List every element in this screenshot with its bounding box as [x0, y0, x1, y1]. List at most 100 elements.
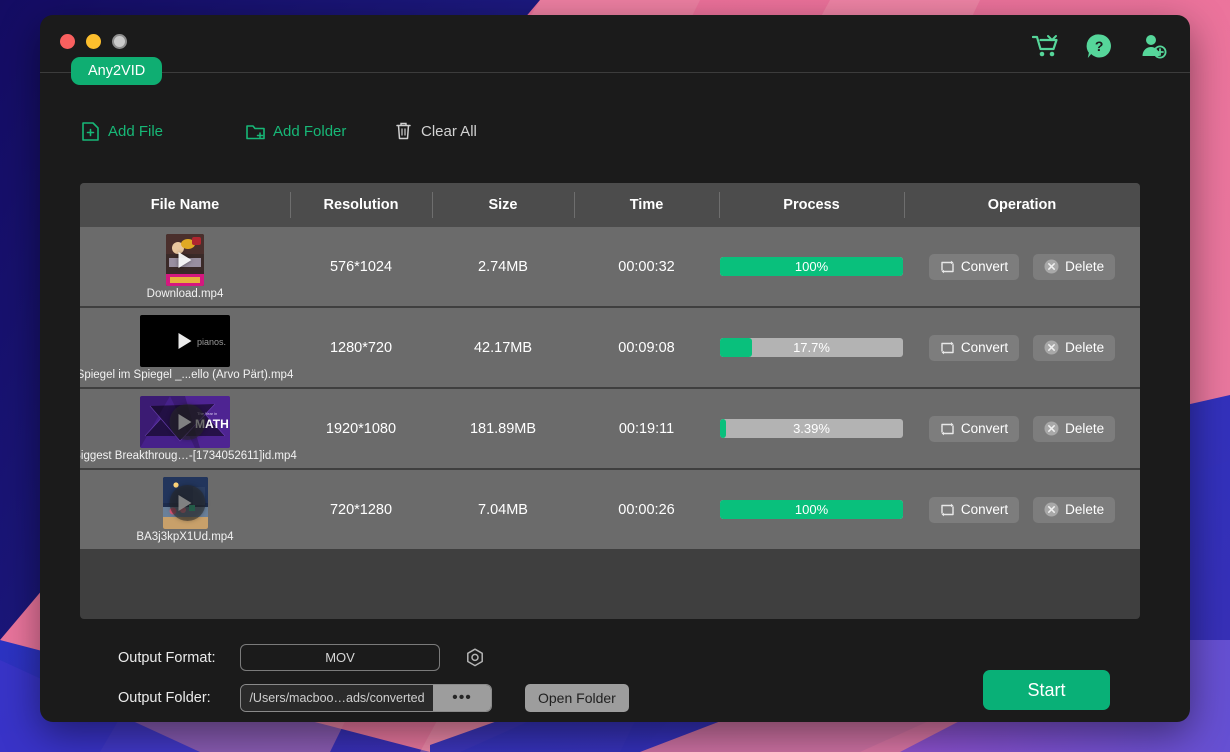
- size-cell: 7.04MB: [432, 470, 574, 549]
- resolution-cell: 720*1280: [290, 470, 432, 549]
- operation-cell: Convert Delete: [904, 308, 1140, 387]
- add-file-button[interactable]: Add File: [81, 121, 246, 141]
- settings-gear-icon[interactable]: [464, 647, 486, 669]
- progress-label: 100%: [720, 257, 903, 276]
- time-cell: 00:09:08: [574, 308, 719, 387]
- process-cell: 3.39%: [719, 389, 904, 468]
- trash-icon: [394, 121, 413, 141]
- time-cell: 00:00:32: [574, 227, 719, 306]
- time-cell: 00:19:11: [574, 389, 719, 468]
- app-window: Any2VID ?: [40, 15, 1190, 722]
- file-name-cell: Download.mp4: [80, 227, 290, 306]
- delete-icon: [1044, 421, 1059, 436]
- titlebar-actions: ?: [1030, 31, 1168, 61]
- thumbnail-wrapper[interactable]: pianos.: [140, 315, 230, 367]
- table-row[interactable]: The Year in MATH Biggest Breakthroug…-[1…: [80, 389, 1140, 470]
- cart-icon[interactable]: [1030, 31, 1060, 61]
- progress-label: 3.39%: [720, 419, 903, 438]
- delete-button[interactable]: Delete: [1033, 335, 1115, 361]
- minimize-button[interactable]: [86, 34, 101, 49]
- convert-icon: [940, 341, 955, 355]
- progress-bar: 3.39%: [720, 419, 903, 438]
- operation-cell: Convert Delete: [904, 227, 1140, 306]
- file-table: File Name Resolution Size Time Process O…: [80, 183, 1140, 619]
- add-folder-icon: [246, 121, 265, 141]
- toolbar: Add File Add Folder Clear All: [81, 121, 477, 141]
- help-icon[interactable]: ?: [1084, 31, 1114, 61]
- delete-button[interactable]: Delete: [1033, 416, 1115, 442]
- browse-folder-button[interactable]: •••: [433, 685, 491, 711]
- progress-bar: 100%: [720, 257, 903, 276]
- convert-button[interactable]: Convert: [929, 497, 1019, 523]
- process-cell: 100%: [719, 227, 904, 306]
- delete-icon: [1044, 259, 1059, 274]
- thumbnail-wrapper[interactable]: The Year in MATH: [140, 396, 230, 448]
- size-cell: 42.17MB: [432, 308, 574, 387]
- play-icon: [179, 333, 192, 349]
- svg-text:?: ?: [1094, 38, 1103, 54]
- delete-button[interactable]: Delete: [1033, 497, 1115, 523]
- process-cell: 100%: [719, 470, 904, 549]
- play-icon: [179, 414, 192, 430]
- table-header-row: File Name Resolution Size Time Process O…: [80, 183, 1140, 227]
- output-folder-field-group: /Users/macboo…ads/converted •••: [240, 684, 492, 712]
- column-header-size: Size: [432, 197, 574, 213]
- app-tab-any2vid[interactable]: Any2VID: [71, 57, 162, 85]
- delete-button[interactable]: Delete: [1033, 254, 1115, 280]
- output-format-select[interactable]: MOV: [240, 644, 440, 671]
- thumbnail-wrapper[interactable]: [140, 234, 230, 286]
- table-row[interactable]: BA3j3kpX1Ud.mp4 720*1280 7.04MB 00:00:26…: [80, 470, 1140, 551]
- column-header-resolution: Resolution: [290, 197, 432, 213]
- file-name-label: BA3j3kpX1Ud.mp4: [136, 531, 233, 543]
- start-button[interactable]: Start: [983, 670, 1110, 710]
- footer-panel: Output Format: MOV Output Folder: /Users…: [40, 627, 1190, 722]
- resolution-cell: 1920*1080: [290, 389, 432, 468]
- output-folder-row: Output Folder: /Users/macboo…ads/convert…: [118, 684, 629, 712]
- convert-button[interactable]: Convert: [929, 254, 1019, 280]
- add-user-icon[interactable]: [1138, 31, 1168, 61]
- convert-label: Convert: [961, 259, 1008, 274]
- file-name-label: Biggest Breakthroug…-[1734052611]id.mp4: [80, 450, 297, 462]
- operation-cell: Convert Delete: [904, 389, 1140, 468]
- window-controls[interactable]: [60, 34, 127, 49]
- maximize-button[interactable]: [112, 34, 127, 49]
- operation-cell: Convert Delete: [904, 470, 1140, 549]
- column-header-time: Time: [574, 197, 719, 213]
- clear-all-label: Clear All: [421, 123, 477, 140]
- clear-all-button[interactable]: Clear All: [394, 121, 477, 141]
- delete-icon: [1044, 502, 1059, 517]
- svg-text:pianos.: pianos.: [197, 337, 226, 347]
- progress-label: 17.7%: [720, 338, 903, 357]
- convert-button[interactable]: Convert: [929, 416, 1019, 442]
- delete-label: Delete: [1065, 340, 1104, 355]
- delete-label: Delete: [1065, 421, 1104, 436]
- column-header-process: Process: [719, 197, 904, 213]
- size-cell: 181.89MB: [432, 389, 574, 468]
- file-name-cell: pianos. Spiegel im Spiegel _...ello (Arv…: [80, 308, 290, 387]
- column-header-file-name: File Name: [80, 197, 290, 213]
- delete-icon: [1044, 340, 1059, 355]
- progress-bar: 17.7%: [720, 338, 903, 357]
- table-row[interactable]: pianos. Spiegel im Spiegel _...ello (Arv…: [80, 308, 1140, 389]
- output-folder-path[interactable]: /Users/macboo…ads/converted: [241, 685, 433, 711]
- column-header-operation: Operation: [904, 197, 1140, 213]
- process-cell: 17.7%: [719, 308, 904, 387]
- app-tab-label: Any2VID: [88, 63, 145, 79]
- convert-label: Convert: [961, 421, 1008, 436]
- add-folder-button[interactable]: Add Folder: [246, 121, 394, 141]
- output-format-label: Output Format:: [118, 650, 240, 666]
- close-button[interactable]: [60, 34, 75, 49]
- add-folder-label: Add Folder: [273, 123, 346, 140]
- table-row[interactable]: Download.mp4 576*1024 2.74MB 00:00:32 10…: [80, 227, 1140, 308]
- convert-button[interactable]: Convert: [929, 335, 1019, 361]
- time-cell: 00:00:26: [574, 470, 719, 549]
- play-icon: [179, 252, 192, 268]
- open-folder-button[interactable]: Open Folder: [525, 684, 629, 712]
- file-name-cell: BA3j3kpX1Ud.mp4: [80, 470, 290, 549]
- open-folder-label: Open Folder: [538, 690, 616, 706]
- titlebar-divider: [40, 72, 1190, 73]
- play-icon: [179, 495, 192, 511]
- file-name-label: Spiegel im Spiegel _...ello (Arvo Pärt).…: [80, 369, 293, 381]
- convert-icon: [940, 503, 955, 517]
- thumbnail-wrapper[interactable]: [140, 477, 230, 529]
